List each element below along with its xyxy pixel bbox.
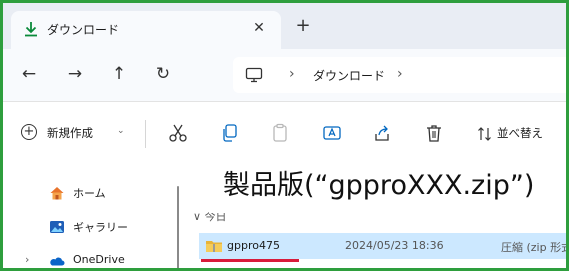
sidebar-item-label: OneDrive [73,253,125,266]
copy-icon[interactable] [219,122,241,144]
new-label: 新規作成 [47,126,93,140]
table-row[interactable]: gppro475 2024/05/23 18:36 圧縮 (zip 形式 [199,233,569,259]
chevron-down-icon: ⌄ [117,126,125,136]
file-type: 圧縮 (zip 形式 [501,241,569,254]
chevron-right-icon[interactable]: › [25,253,29,266]
tab-strip: ダウンロード ✕ + [3,3,566,49]
sidebar-item-label: ホーム [73,187,106,200]
paste-icon[interactable] [269,122,291,144]
delete-icon[interactable] [423,122,445,144]
rename-icon[interactable] [321,122,343,144]
add-circle-icon: + [21,124,37,140]
back-button[interactable]: ← [17,63,41,87]
annotation-callout: 製品版(“gpproXXX.zip”) [209,155,566,213]
close-icon[interactable]: ✕ [249,18,269,38]
tab-title: ダウンロード [47,23,120,37]
breadcrumb-separator[interactable]: › [397,66,403,82]
sidebar-item-gallery[interactable]: ギャラリー [3,214,183,240]
chevron-down-icon: ∨ [193,210,202,223]
download-icon [25,22,37,37]
gallery-icon [50,221,64,233]
file-date: 2024/05/23 18:36 [345,239,444,252]
sidebar-scrollbar[interactable] [177,186,179,268]
new-tab-button[interactable]: + [293,17,313,37]
tab-downloads[interactable]: ダウンロード ✕ [11,11,281,49]
onedrive-icon [50,257,65,266]
sort-icon [478,127,491,141]
home-icon [50,187,64,200]
cut-icon[interactable] [167,122,189,144]
breadcrumb-separator: › [289,66,295,82]
breadcrumb-downloads[interactable]: ダウンロード [313,67,385,84]
sidebar-item-onedrive[interactable]: › OneDrive [3,248,183,268]
sidebar-item-label: ギャラリー [73,221,128,234]
annotation-text: 製品版(“gpproXXX.zip”) [223,170,535,201]
sidebar-item-home[interactable]: ホーム [3,180,183,206]
forward-button[interactable]: → [63,63,87,87]
refresh-button[interactable]: ↻ [151,63,175,87]
zip-folder-icon [206,241,222,252]
monitor-icon [245,67,263,83]
file-name: gppro475 [227,239,280,252]
highlight-underline [201,259,299,262]
navigation-pane: ホーム ギャラリー › OneDrive [3,170,183,268]
address-bar[interactable]: › ダウンロード › [233,57,566,93]
address-row: ← → ↑ ↻ › ダウンロード › [3,49,566,101]
share-icon[interactable] [371,122,393,144]
up-button[interactable]: ↑ [107,63,131,87]
divider [145,120,146,148]
sort-label: 並べ替え [497,126,543,140]
explorer-window: ダウンロード ✕ + ← → ↑ ↻ › ダウンロード › + 新規作成 ⌄ 並… [0,0,569,271]
